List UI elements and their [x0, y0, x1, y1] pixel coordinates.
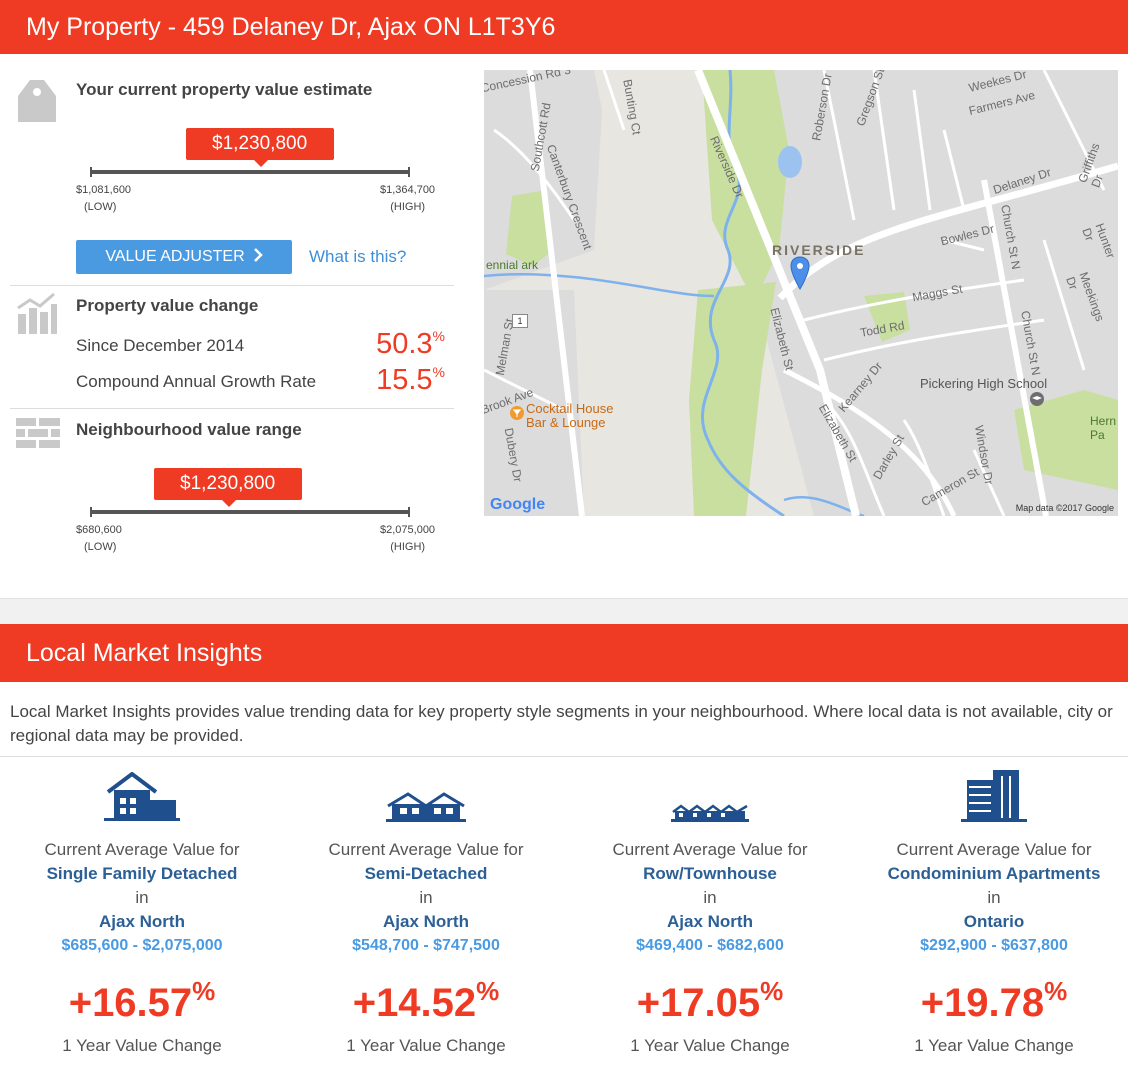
townhouse-icon: [568, 766, 852, 822]
segment-area: Ontario: [963, 912, 1025, 931]
route-shield: 1: [512, 314, 528, 328]
segment-area: Ajax North: [383, 912, 469, 931]
estimate-title: Your current property value estimate: [76, 80, 373, 99]
chevron-right-icon: [253, 247, 263, 267]
segment-change: +17.05%: [636, 976, 784, 1025]
since-label: Since December 2014: [76, 336, 245, 355]
insights-title: Local Market Insights: [26, 638, 263, 667]
bar-poi-icon[interactable]: [510, 406, 524, 420]
neighbourhood-low: $680,600 (LOW): [76, 524, 122, 553]
segment-change: +14.52%: [352, 976, 500, 1025]
neighbourhood-high: $2,075,000 (HIGH): [380, 524, 436, 553]
school-label[interactable]: Pickering High School: [920, 376, 1047, 391]
segment-change: +19.78%: [920, 976, 1068, 1025]
cagr-value: 15.5%: [376, 364, 445, 396]
google-logo: Google: [490, 496, 546, 513]
map-canvas: [484, 70, 1118, 516]
map-pin-icon[interactable]: [790, 256, 810, 290]
divider: [10, 285, 454, 286]
section-separator: [0, 598, 1128, 624]
what-is-this-link[interactable]: What is this?: [309, 247, 406, 267]
segment-area: Ajax North: [99, 912, 185, 931]
segment-card: Current Average Value for Row/Townhouse …: [568, 766, 852, 1056]
segment-name: Condominium Apartments: [887, 864, 1101, 883]
segment-name: Row/Townhouse: [643, 864, 777, 883]
poi-label[interactable]: Cocktail House Bar & Lounge: [526, 402, 613, 430]
since-value: 50.3%: [376, 328, 445, 360]
divider: [10, 408, 454, 409]
neighbourhood-track: [90, 510, 410, 514]
detached-house-icon: [0, 766, 284, 822]
segment-range: $548,700 - $747,500: [352, 937, 500, 954]
brick-wall-icon: [16, 418, 60, 455]
segment-card: Current Average Value for Semi-Detached …: [284, 766, 568, 1056]
segment-name: Single Family Detached: [46, 864, 238, 883]
neighbourhood-high-tick: [408, 507, 410, 517]
estimate-high: $1,364,700 (HIGH): [380, 184, 436, 213]
bar-chart-icon: [16, 292, 58, 341]
value-adjuster-button[interactable]: VALUE ADJUSTER: [76, 240, 292, 274]
divider: [0, 756, 1128, 757]
insights-intro: Local Market Insights provides value tre…: [10, 702, 1113, 745]
change-title: Property value change: [76, 296, 259, 315]
condo-icon: [852, 766, 1128, 822]
neighbourhood-range: $1,230,800 $680,600 (LOW) $2,075,000 (HI…: [76, 466, 456, 566]
estimate-track: [90, 170, 410, 174]
neighbourhood-title: Neighbourhood value range: [76, 420, 302, 439]
estimate-low-tick: [90, 167, 92, 177]
segment-name: Semi-Detached: [364, 864, 488, 883]
estimate-high-tick: [408, 167, 410, 177]
segment-change: +16.57%: [68, 976, 216, 1025]
property-map[interactable]: Concession Rd 3 Southcott Rd Canterbury …: [484, 70, 1118, 516]
estimate-value-bubble: $1,230,800: [185, 128, 334, 167]
map-credit[interactable]: Map data ©2017 Google: [1016, 503, 1114, 513]
neighbourhood-low-tick: [90, 507, 92, 517]
semi-detached-icon: [284, 766, 568, 822]
cagr-label: Compound Annual Growth Rate: [76, 372, 317, 391]
segment-card: Current Average Value for Single Family …: [0, 766, 284, 1056]
segment-area: Ajax North: [667, 912, 753, 931]
segment-range: $685,600 - $2,075,000: [61, 937, 223, 954]
price-tag-icon: [16, 78, 58, 129]
segment-card: Current Average Value for Condominium Ap…: [852, 766, 1128, 1056]
insights-header: Local Market Insights: [0, 624, 1128, 682]
neighbourhood-value-bubble: $1,230,800: [153, 468, 302, 507]
segment-range: $469,400 - $682,600: [636, 937, 784, 954]
estimate-low: $1,081,600 (LOW): [76, 184, 132, 213]
school-icon[interactable]: [1030, 392, 1044, 406]
segment-range: $292,900 - $637,800: [920, 937, 1068, 954]
estimate-range: $1,230,800 $1,081,600 (LOW) $1,364,700 (…: [76, 126, 456, 226]
property-header: My Property - 459 Delaney Dr, Ajax ON L1…: [0, 0, 1128, 54]
page-title: My Property - 459 Delaney Dr, Ajax ON L1…: [26, 12, 556, 41]
